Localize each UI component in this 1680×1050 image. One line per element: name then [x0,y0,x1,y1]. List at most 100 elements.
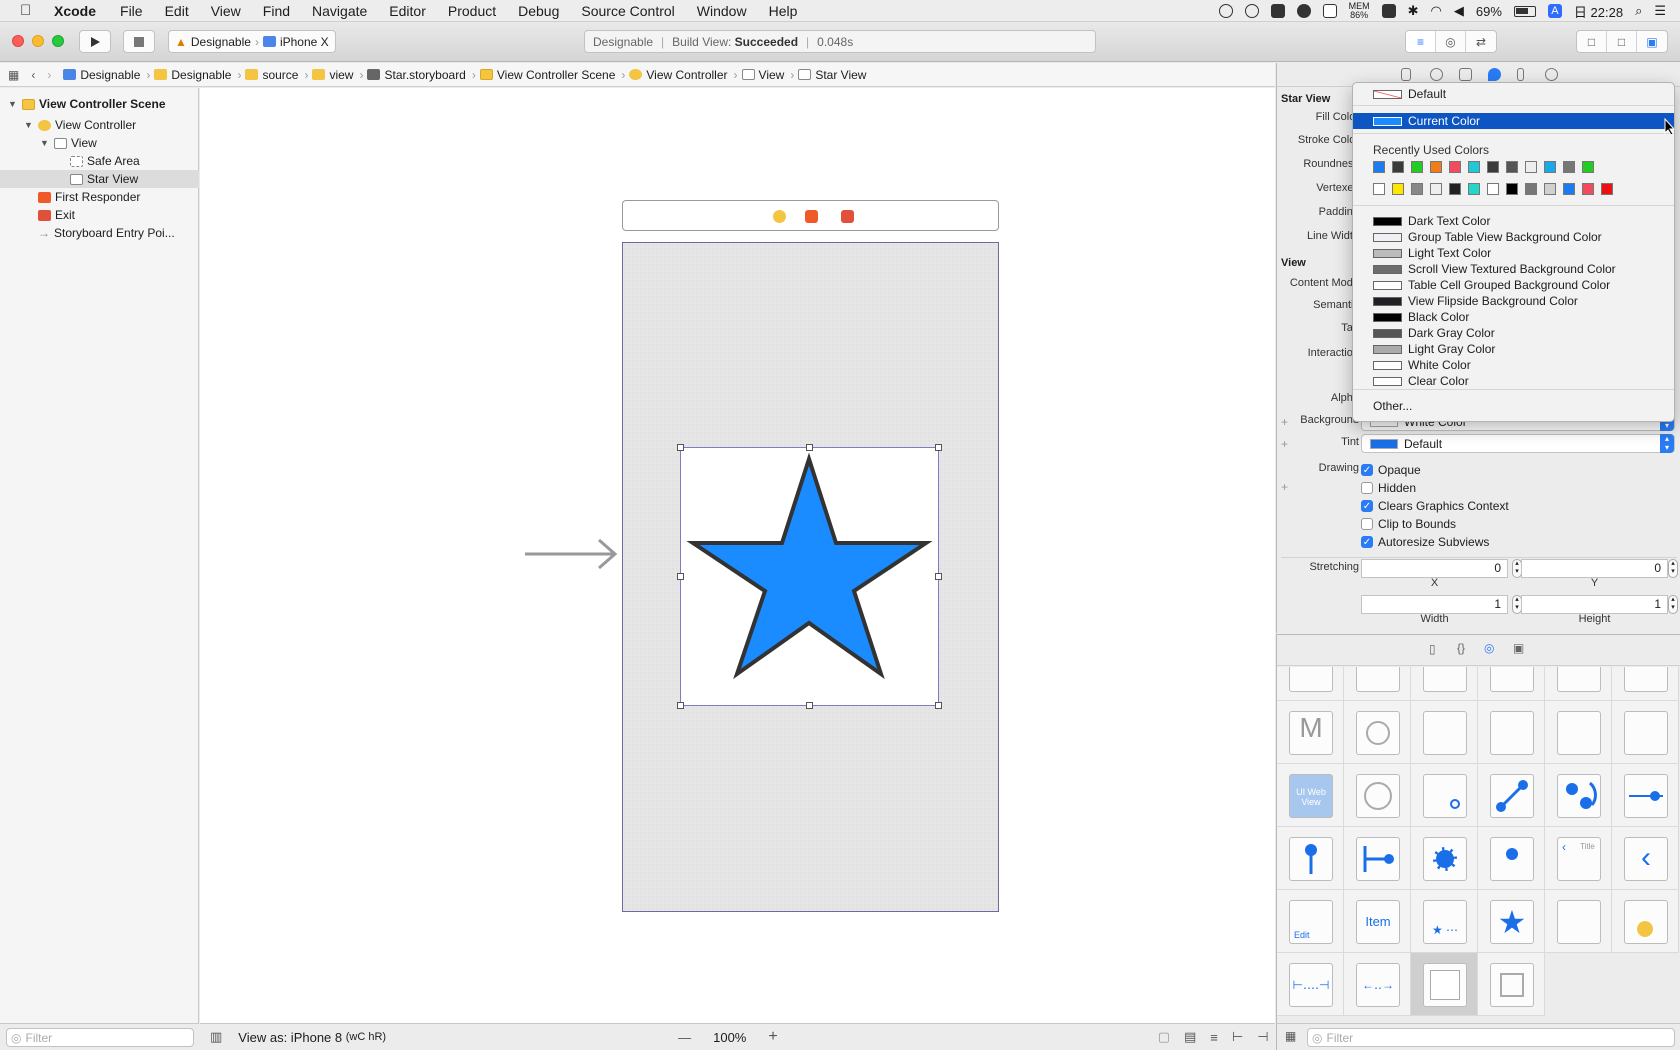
standard-editor-button[interactable]: ≡ [1406,31,1436,52]
library-item[interactable] [1344,667,1411,701]
record-icon[interactable] [1218,4,1233,18]
size-inspector-icon[interactable] [1517,68,1524,81]
resolve-issues-icon[interactable]: ⊣ [1257,1029,1268,1045]
library-item[interactable] [1411,827,1478,890]
first-responder-icon[interactable] [805,210,818,223]
menu-view[interactable]: View [211,3,241,19]
outline-row-exit[interactable]: Exit [0,206,199,224]
recent-color-swatch[interactable] [1373,183,1385,195]
library-item[interactable]: ⊢‥‥⊣ [1277,953,1344,1016]
recent-color-swatch[interactable] [1430,161,1442,173]
clock[interactable]: 日 22:28 [1574,2,1623,21]
library-item[interactable]: Item [1344,890,1411,953]
library-item[interactable] [1344,764,1411,827]
color-option-named[interactable]: Dark Gray Color [1353,325,1674,341]
recent-color-swatch[interactable] [1544,183,1556,195]
stretch-width-field[interactable]: 1 [1361,595,1508,614]
recent-color-swatch[interactable] [1392,161,1404,173]
library-item[interactable] [1411,667,1478,701]
resize-handle[interactable] [806,702,813,709]
menu-editor[interactable]: Editor [389,3,426,19]
library-item[interactable] [1478,764,1545,827]
color-option-other[interactable]: Other... [1353,398,1674,414]
view-as-label[interactable]: View as: iPhone 8 [238,1030,342,1045]
add-hidden-variation[interactable]: + [1281,480,1288,494]
pin-icon[interactable]: ⊢ [1232,1029,1243,1045]
color-option-named[interactable]: Table Cell Grouped Background Color [1353,277,1674,293]
resize-handle[interactable] [806,444,813,451]
toggle-debug-area-button[interactable]: □ [1607,31,1637,52]
spotlight-icon[interactable]: ⌕ [1635,3,1642,19]
attributes-inspector-icon[interactable] [1488,68,1501,81]
library-item[interactable]: ★ [1478,890,1545,953]
library-item[interactable] [1411,701,1478,764]
battery-percent[interactable]: 69% [1476,4,1502,19]
recent-color-swatch[interactable] [1487,183,1499,195]
recent-color-swatch[interactable] [1582,183,1594,195]
menu-app[interactable]: Xcode [54,3,96,19]
hidden-checkbox[interactable]: Hidden [1361,481,1416,495]
checkbox-box[interactable]: ✓ [1361,464,1373,476]
scheme-selector[interactable]: ▲ Designable › iPhone X [168,30,336,53]
disclosure-open-icon[interactable]: ▼ [8,99,18,109]
zoom-out-button[interactable]: — [678,1030,691,1045]
color-option-named[interactable]: Light Gray Color [1353,341,1674,357]
wifi-icon[interactable]: ◠ [1431,3,1442,19]
notification-center-icon[interactable]: ☰ [1654,3,1666,19]
recent-color-swatch[interactable] [1392,183,1404,195]
box-icon[interactable] [1322,4,1337,18]
library-item[interactable] [1478,667,1545,701]
memory-monitor[interactable]: MEM 86% [1349,2,1370,20]
zoom-in-button[interactable]: + [768,1028,777,1046]
resize-handle[interactable] [935,702,942,709]
stretch-height-stepper[interactable]: ▴ ▾ [1668,595,1678,614]
outline-row-view-controller[interactable]: ▼ View Controller [0,116,199,134]
library-filter-field[interactable]: ◎ Filter [1307,1028,1675,1047]
close-window-button[interactable] [12,35,24,47]
recent-color-swatch[interactable] [1430,183,1442,195]
breadcrumb-group[interactable]: Designable › [154,68,241,82]
grid-icon[interactable] [1381,4,1396,18]
recent-color-swatch[interactable] [1468,161,1480,173]
recent-color-swatch[interactable] [1582,161,1594,173]
color-option-named[interactable]: Scroll View Textured Background Color [1353,261,1674,277]
library-item[interactable]: M [1277,701,1344,764]
library-item[interactable] [1478,827,1545,890]
color-option-named[interactable]: Group Table View Background Color [1353,229,1674,245]
library-item[interactable] [1545,890,1612,953]
recent-color-swatch[interactable] [1449,161,1461,173]
back-button[interactable]: ‹ [31,68,35,82]
recent-color-swatch[interactable] [1563,183,1575,195]
library-item[interactable] [1612,764,1679,827]
color-option-named[interactable]: Clear Color [1353,373,1674,389]
resize-handle[interactable] [935,444,942,451]
star-view[interactable] [677,444,942,709]
update-frames-icon[interactable]: ▢ [1158,1029,1170,1045]
tint-popup[interactable]: Default ▴ ▾ [1361,434,1675,453]
color-option-named[interactable]: Dark Text Color [1353,213,1674,229]
exit-icon[interactable] [841,210,854,223]
recent-color-swatch[interactable] [1373,161,1385,173]
breadcrumb-source[interactable]: source › [245,68,308,82]
storyboard-canvas[interactable] [200,88,1275,1023]
scene-dock[interactable] [622,200,999,231]
app-status-icon[interactable] [1270,4,1285,18]
clip-to-bounds-checkbox[interactable]: Clip to Bounds [1361,517,1456,531]
menu-navigate[interactable]: Navigate [312,3,367,19]
menu-file[interactable]: File [120,3,143,19]
embed-in-stack-icon[interactable]: ▤ [1184,1029,1196,1045]
library-item[interactable]: Edit [1277,890,1344,953]
view-controller-icon[interactable] [773,210,786,223]
opaque-checkbox[interactable]: ✓ Opaque [1361,463,1421,477]
menu-source-control[interactable]: Source Control [581,3,674,19]
align-icon[interactable]: ≡ [1210,1030,1218,1045]
menu-product[interactable]: Product [448,3,496,19]
checkbox-box[interactable]: ✓ [1361,536,1373,548]
device-frame[interactable] [622,242,999,912]
library-item[interactable] [1545,701,1612,764]
related-items-icon[interactable]: ▦ [8,68,19,82]
stretch-y-stepper[interactable]: ▴ ▾ [1668,559,1678,578]
menu-window[interactable]: Window [697,3,747,19]
zoom-level[interactable]: 100% [713,1030,746,1045]
recent-color-swatch[interactable] [1563,161,1575,173]
